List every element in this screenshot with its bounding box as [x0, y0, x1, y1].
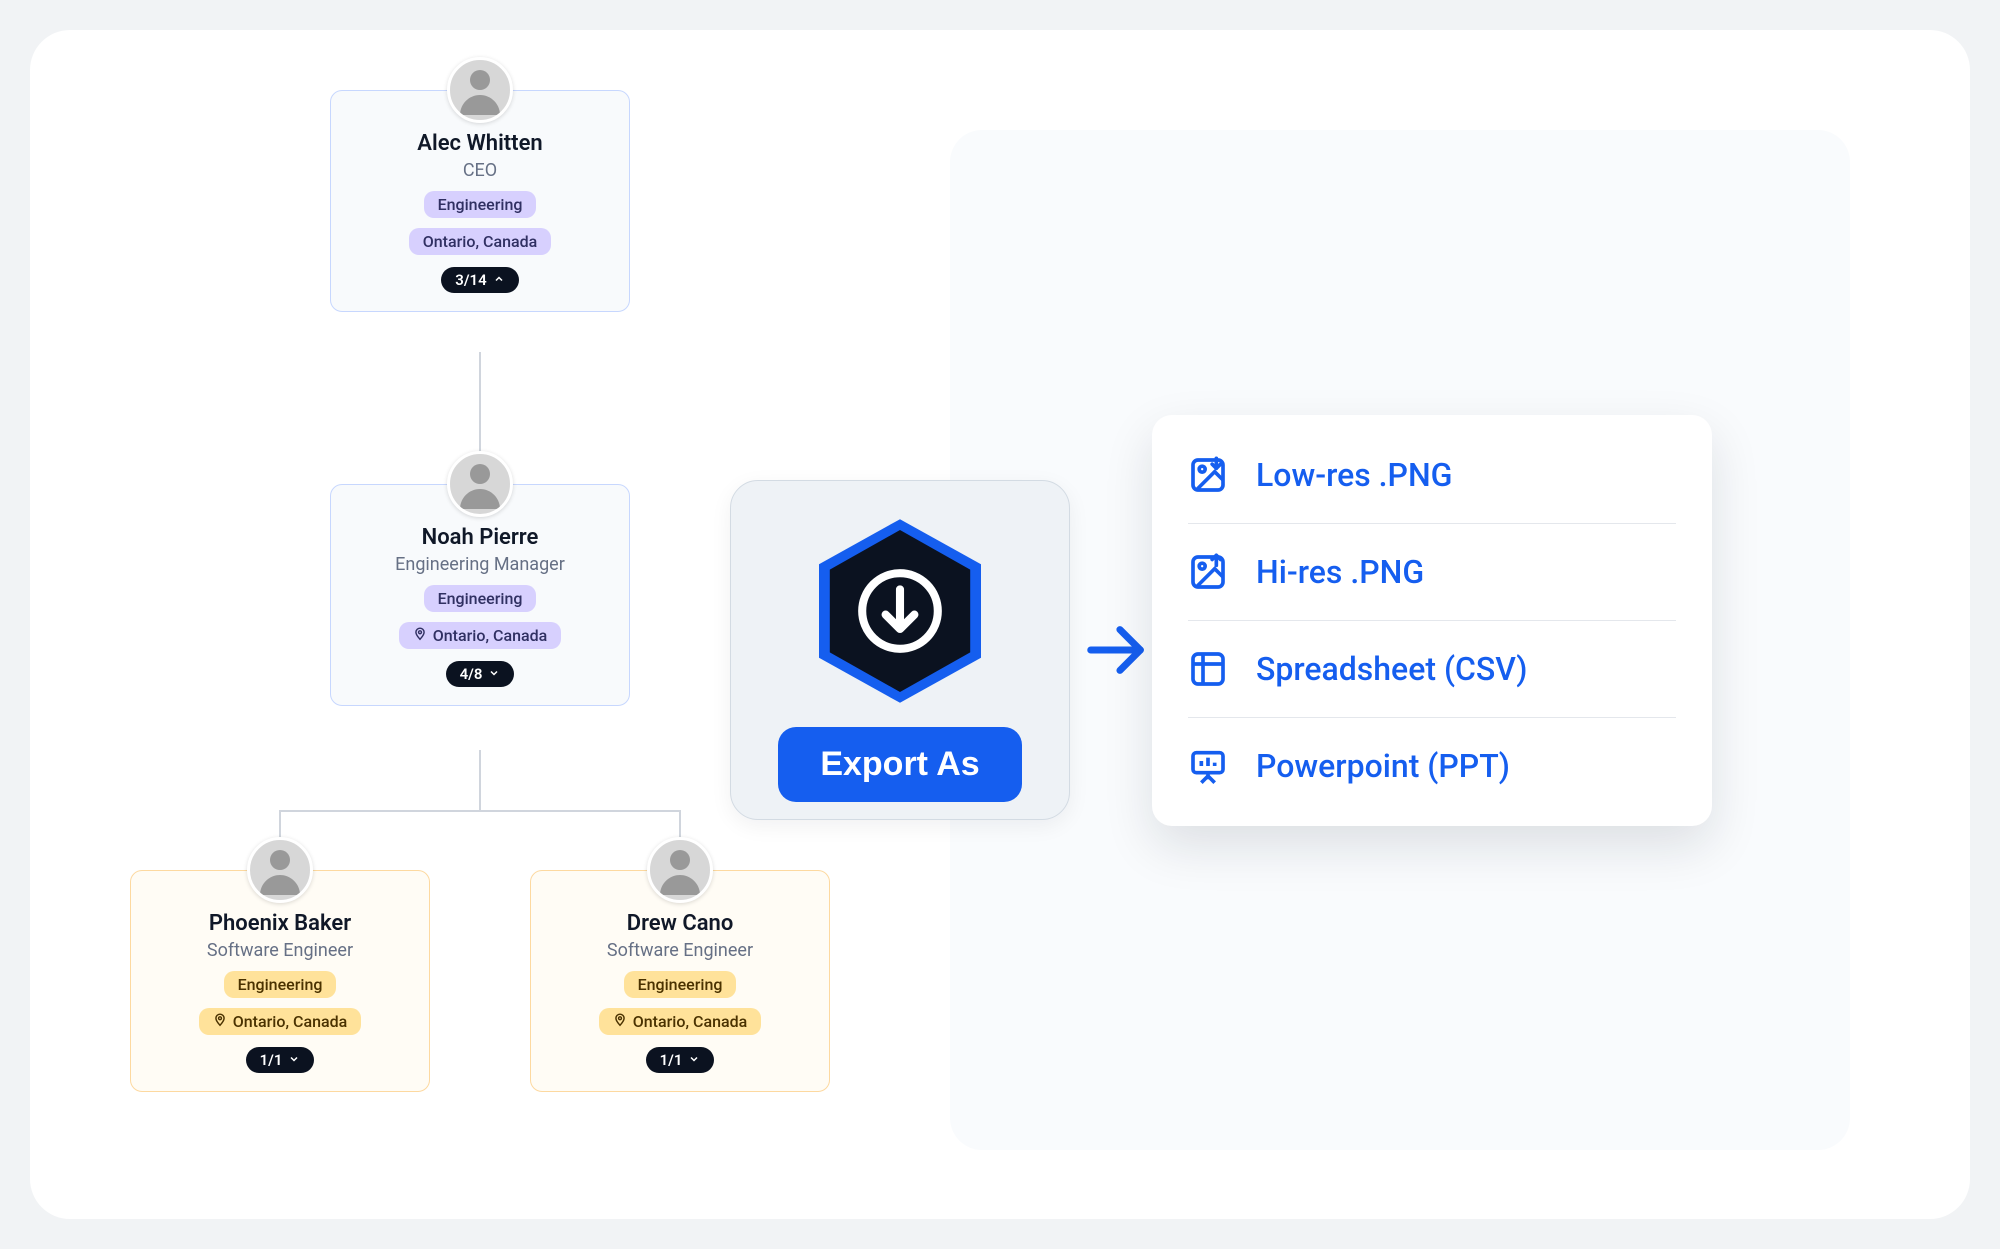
pin-icon: [413, 626, 427, 645]
expand-toggle[interactable]: 1/1: [646, 1047, 715, 1073]
person-title: CEO: [463, 160, 497, 181]
person-title: Software Engineer: [207, 940, 353, 961]
person-name: Noah Pierre: [422, 525, 539, 550]
person-name: Drew Cano: [627, 911, 734, 936]
location-pill: Ontario, Canada: [199, 1008, 362, 1035]
export-option-ppt[interactable]: Powerpoint (PPT): [1188, 718, 1676, 814]
export-option-label: Hi-res .PNG: [1256, 553, 1424, 591]
location-pill: Ontario, Canada: [599, 1008, 762, 1035]
connector-line: [279, 810, 681, 812]
person-title: Software Engineer: [607, 940, 753, 961]
org-card-phoenix[interactable]: Phoenix Baker Software Engineer Engineer…: [130, 870, 430, 1092]
avatar: [447, 57, 513, 123]
location-text: Ontario, Canada: [633, 1012, 748, 1031]
export-option-csv[interactable]: Spreadsheet (CSV): [1188, 621, 1676, 718]
table-icon: [1188, 649, 1228, 689]
count-label: 1/1: [660, 1051, 683, 1069]
pin-icon: [213, 1012, 227, 1031]
pin-icon: [613, 1012, 627, 1031]
connector-line: [479, 750, 481, 810]
export-option-low-res-png[interactable]: Low-res .PNG: [1188, 427, 1676, 524]
content-card: Alec Whitten CEO Engineering Ontario, Ca…: [30, 30, 1970, 1219]
expand-toggle[interactable]: 3/14: [441, 267, 518, 293]
export-widget: Export As: [730, 480, 1070, 820]
avatar: [647, 837, 713, 903]
location-pill: Ontario, Canada: [409, 228, 552, 255]
avatar: [247, 837, 313, 903]
dept-pill: Engineering: [224, 971, 337, 998]
export-option-label: Spreadsheet (CSV): [1256, 650, 1527, 688]
export-option-hi-res-png[interactable]: Hi-res .PNG: [1188, 524, 1676, 621]
presentation-icon: [1188, 746, 1228, 786]
dept-pill: Engineering: [424, 191, 537, 218]
count-label: 3/14: [455, 271, 486, 289]
location-text: Ontario, Canada: [233, 1012, 348, 1031]
image-down-icon: [1188, 455, 1228, 495]
export-option-label: Low-res .PNG: [1256, 456, 1452, 494]
export-as-button[interactable]: Export As: [778, 727, 1021, 802]
person-name: Alec Whitten: [417, 131, 542, 156]
expand-toggle[interactable]: 1/1: [246, 1047, 315, 1073]
count-label: 4/8: [460, 665, 483, 683]
export-options-menu: Low-res .PNG Hi-res .PNG Spreadsheet (CS…: [1152, 415, 1712, 826]
dept-pill: Engineering: [624, 971, 737, 998]
avatar: [447, 451, 513, 517]
export-option-label: Powerpoint (PPT): [1256, 747, 1510, 785]
count-label: 1/1: [260, 1051, 283, 1069]
expand-toggle[interactable]: 4/8: [446, 661, 515, 687]
dept-pill: Engineering: [424, 585, 537, 612]
location-text: Ontario, Canada: [433, 626, 548, 645]
chevron-down-icon: [488, 665, 500, 683]
chevron-down-icon: [288, 1051, 300, 1069]
org-card-alec[interactable]: Alec Whitten CEO Engineering Ontario, Ca…: [330, 90, 630, 312]
arrow-right-icon: [1082, 615, 1152, 685]
org-card-noah[interactable]: Noah Pierre Engineering Manager Engineer…: [330, 484, 630, 706]
person-title: Engineering Manager: [395, 554, 565, 575]
download-hex-icon: [810, 511, 990, 711]
page-background: Alec Whitten CEO Engineering Ontario, Ca…: [0, 0, 2000, 1249]
chevron-down-icon: [688, 1051, 700, 1069]
chevron-up-icon: [493, 271, 505, 289]
image-up-icon: [1188, 552, 1228, 592]
person-name: Phoenix Baker: [209, 911, 351, 936]
location-pill: Ontario, Canada: [399, 622, 562, 649]
org-card-drew[interactable]: Drew Cano Software Engineer Engineering …: [530, 870, 830, 1092]
